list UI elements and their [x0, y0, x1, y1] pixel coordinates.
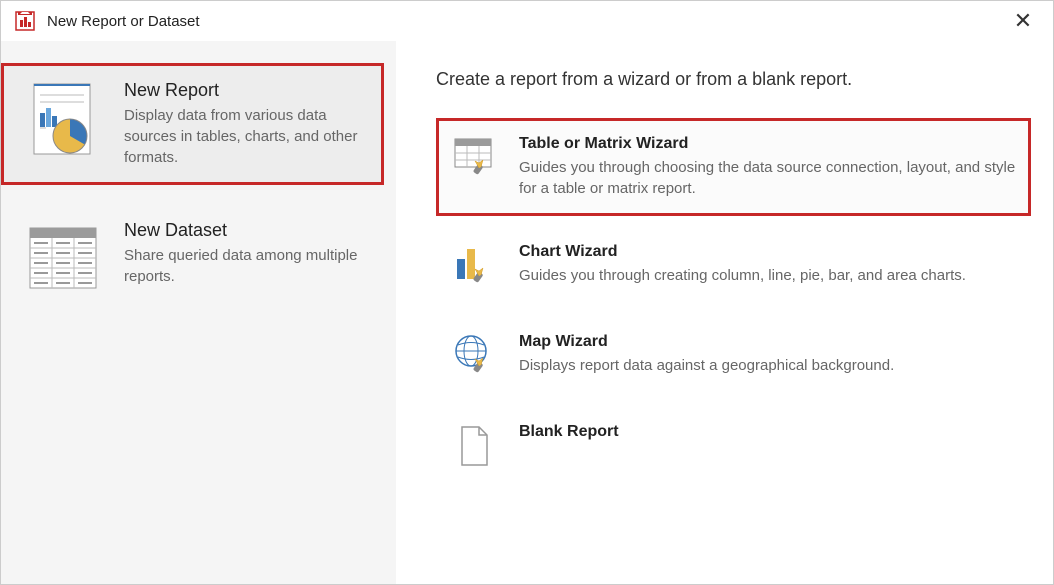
option-title: Blank Report	[519, 423, 619, 441]
option-table-matrix-wizard[interactable]: Table or Matrix Wizard Guides you throug…	[436, 118, 1031, 216]
option-text: Map Wizard Displays report data against …	[519, 333, 894, 376]
option-text: Table or Matrix Wizard Guides you throug…	[519, 135, 1016, 199]
sidebar: New Report Display data from various dat…	[1, 41, 396, 584]
dataset-icon	[24, 220, 102, 298]
content-area: New Report Display data from various dat…	[1, 41, 1053, 584]
close-icon[interactable]: ✕	[1007, 8, 1039, 34]
report-icon	[24, 80, 102, 158]
option-text: Chart Wizard Guides you through creating…	[519, 243, 966, 286]
sidebar-item-desc: Display data from various data sources i…	[124, 105, 369, 168]
table-icon	[453, 135, 495, 181]
option-title: Chart Wizard	[519, 243, 966, 261]
chart-icon	[453, 243, 495, 289]
option-title: Map Wizard	[519, 333, 894, 351]
sidebar-item-title: New Report	[124, 80, 369, 101]
sidebar-item-desc: Share queried data among multiple report…	[124, 245, 369, 287]
title-bar: New Report or Dataset ✕	[1, 1, 1053, 41]
sidebar-item-text: New Dataset Share queried data among mul…	[124, 220, 369, 298]
option-desc: Guides you through choosing the data sou…	[519, 157, 1016, 199]
app-icon	[15, 11, 35, 31]
option-text: Blank Report	[519, 423, 619, 445]
main-heading: Create a report from a wizard or from a …	[436, 69, 1031, 90]
option-blank-report[interactable]: Blank Report	[436, 406, 1031, 486]
sidebar-item-new-report[interactable]: New Report Display data from various dat…	[1, 63, 384, 185]
main-panel: Create a report from a wizard or from a …	[396, 41, 1053, 584]
option-chart-wizard[interactable]: Chart Wizard Guides you through creating…	[436, 226, 1031, 306]
option-desc: Displays report data against a geographi…	[519, 355, 894, 376]
blank-page-icon	[453, 423, 495, 469]
option-desc: Guides you through creating column, line…	[519, 265, 966, 286]
option-map-wizard[interactable]: Map Wizard Displays report data against …	[436, 316, 1031, 396]
globe-icon	[453, 333, 495, 379]
window-title: New Report or Dataset	[47, 13, 1007, 30]
sidebar-item-new-dataset[interactable]: New Dataset Share queried data among mul…	[1, 203, 384, 315]
sidebar-item-title: New Dataset	[124, 220, 369, 241]
option-title: Table or Matrix Wizard	[519, 135, 1016, 153]
sidebar-item-text: New Report Display data from various dat…	[124, 80, 369, 168]
